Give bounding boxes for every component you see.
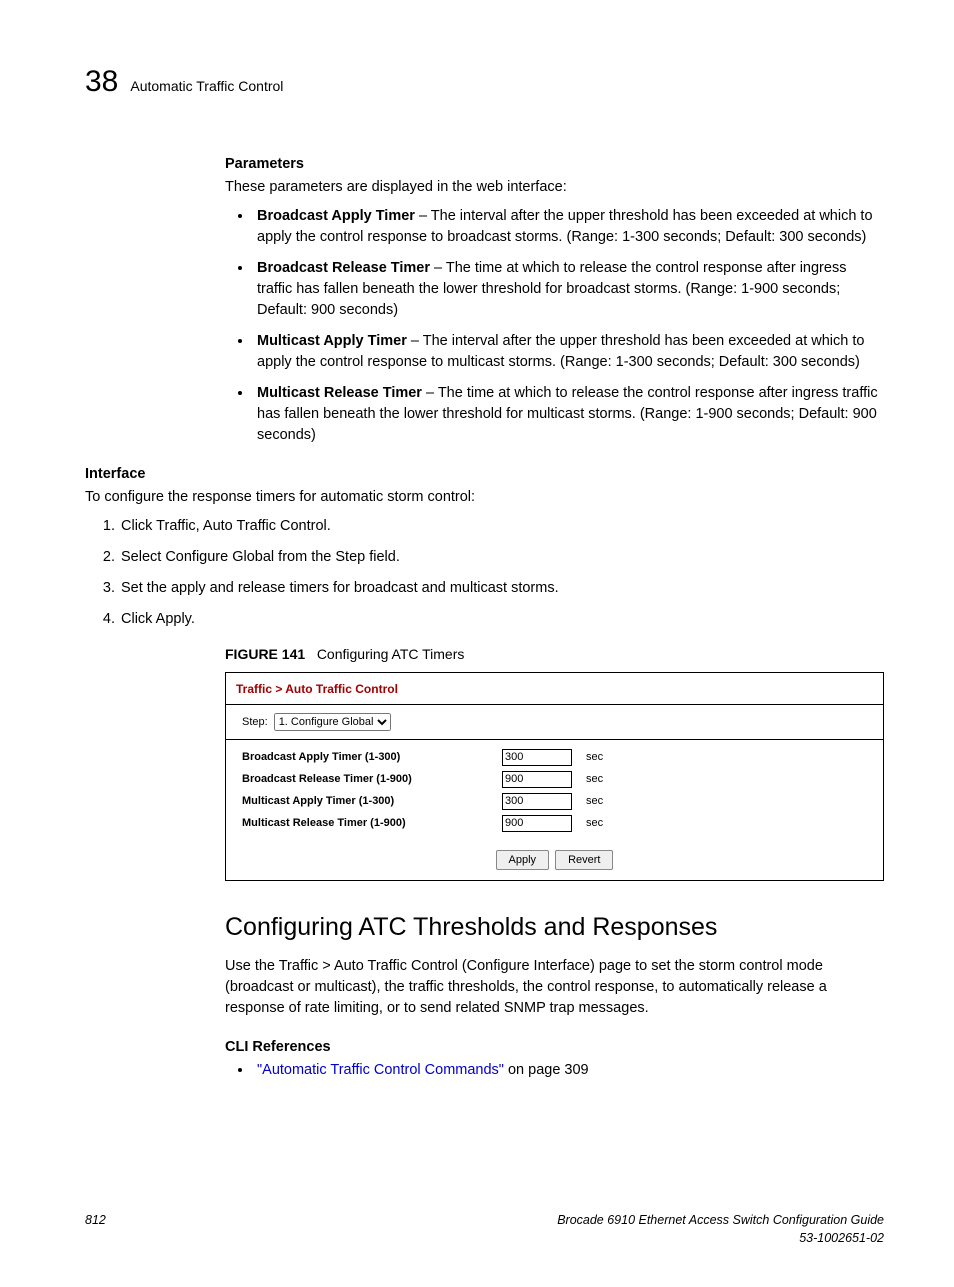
page-header: 38 Automatic Traffic Control bbox=[85, 60, 884, 104]
section-heading: Configuring ATC Thresholds and Responses bbox=[225, 909, 884, 945]
timer-row: Multicast Apply Timer (1-300) sec bbox=[242, 790, 867, 812]
timer-label: Broadcast Release Timer (1-900) bbox=[242, 772, 502, 788]
timer-row: Broadcast Release Timer (1-900) sec bbox=[242, 768, 867, 790]
multicast-release-timer-input[interactable] bbox=[502, 815, 572, 832]
step-item: Click Traffic, Auto Traffic Control. bbox=[119, 516, 884, 537]
parameters-intro: These parameters are displayed in the we… bbox=[225, 177, 884, 198]
timer-label: Multicast Release Timer (1-900) bbox=[242, 816, 502, 832]
param-term: Multicast Release Timer bbox=[257, 385, 422, 401]
timer-unit: sec bbox=[586, 794, 603, 810]
figure-title: Configuring ATC Timers bbox=[317, 646, 465, 662]
broadcast-apply-timer-input[interactable] bbox=[502, 749, 572, 766]
revert-button[interactable]: Revert bbox=[555, 850, 613, 870]
step-row: Step: 1. Configure Global bbox=[226, 705, 883, 739]
figure-caption: FIGURE 141 Configuring ATC Timers bbox=[225, 644, 884, 664]
figure-label: FIGURE 141 bbox=[225, 646, 305, 662]
interface-heading: Interface bbox=[85, 464, 884, 485]
timer-row: Broadcast Apply Timer (1-300) sec bbox=[242, 746, 867, 768]
cli-references-heading: CLI References bbox=[225, 1037, 884, 1058]
apply-button[interactable]: Apply bbox=[496, 850, 550, 870]
timer-unit: sec bbox=[586, 750, 603, 766]
parameter-item: Multicast Release Timer – The time at wh… bbox=[253, 383, 884, 446]
param-term: Broadcast Apply Timer bbox=[257, 208, 415, 224]
parameters-heading: Parameters bbox=[225, 154, 884, 175]
interface-steps: Click Traffic, Auto Traffic Control. Sel… bbox=[85, 516, 884, 630]
timer-unit: sec bbox=[586, 816, 603, 832]
multicast-apply-timer-input[interactable] bbox=[502, 793, 572, 810]
cli-link-tail: on page 309 bbox=[504, 1062, 589, 1078]
param-term: Broadcast Release Timer bbox=[257, 260, 430, 276]
broadcast-release-timer-input[interactable] bbox=[502, 771, 572, 788]
step-label: Step: bbox=[242, 715, 268, 731]
config-panel: Traffic > Auto Traffic Control Step: 1. … bbox=[225, 672, 884, 881]
step-item: Select Configure Global from the Step fi… bbox=[119, 547, 884, 568]
timer-label: Multicast Apply Timer (1-300) bbox=[242, 794, 502, 810]
cli-reference-item: "Automatic Traffic Control Commands" on … bbox=[253, 1060, 884, 1081]
doc-title: Brocade 6910 Ethernet Access Switch Conf… bbox=[557, 1211, 884, 1229]
parameter-item: Broadcast Apply Timer – The interval aft… bbox=[253, 206, 884, 248]
parameters-list: Broadcast Apply Timer – The interval aft… bbox=[225, 206, 884, 446]
parameter-item: Broadcast Release Timer – The time at wh… bbox=[253, 258, 884, 321]
page-footer: 812 Brocade 6910 Ethernet Access Switch … bbox=[85, 1211, 884, 1247]
timer-unit: sec bbox=[586, 772, 603, 788]
doc-id: 53-1002651-02 bbox=[557, 1229, 884, 1247]
step-item: Click Apply. bbox=[119, 609, 884, 630]
cli-link[interactable]: "Automatic Traffic Control Commands" bbox=[257, 1062, 504, 1078]
step-item: Set the apply and release timers for bro… bbox=[119, 578, 884, 599]
param-term: Multicast Apply Timer bbox=[257, 333, 407, 349]
section-body: Use the Traffic > Auto Traffic Control (… bbox=[225, 956, 884, 1019]
timer-label: Broadcast Apply Timer (1-300) bbox=[242, 750, 502, 766]
page-number: 812 bbox=[85, 1211, 106, 1247]
chapter-number: 38 bbox=[85, 60, 118, 104]
step-select[interactable]: 1. Configure Global bbox=[274, 713, 391, 731]
interface-intro: To configure the response timers for aut… bbox=[85, 487, 884, 508]
panel-title: Traffic > Auto Traffic Control bbox=[226, 673, 883, 704]
parameter-item: Multicast Apply Timer – The interval aft… bbox=[253, 331, 884, 373]
chapter-title: Automatic Traffic Control bbox=[130, 76, 283, 96]
timer-row: Multicast Release Timer (1-900) sec bbox=[242, 812, 867, 834]
